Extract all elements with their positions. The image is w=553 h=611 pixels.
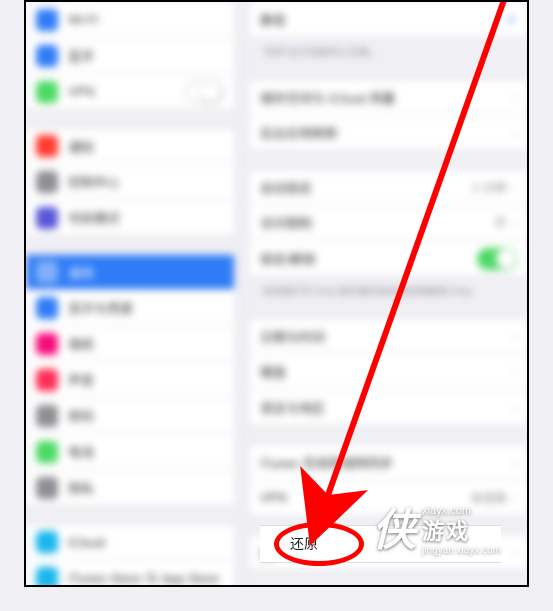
sidebar-icon [36,531,58,553]
screenshot-frame: Wi-Fi 蓝牙 VPN 通知控制中心勿扰模式通用显示与亮度墙纸声音密码电池隐私 iCl… [0,0,553,611]
sidebar-item-label: 通知 [68,137,224,156]
sidebar-item[interactable]: iCloud [26,524,234,560]
sidebar-icon [36,369,58,391]
settings-row-label: 键盘 [260,362,512,381]
sidebar-icon [36,9,58,31]
settings-row-label: 语言与地区 [260,398,512,417]
sidebar-item[interactable]: iTunes Store 与 App Store [26,560,234,587]
caption-text: “铃声”位于控制中心可用。 [250,38,527,61]
chevron-right-icon: › [512,400,517,416]
sidebar-item-label: 通用 [68,263,224,282]
settings-row-value: 开 [494,214,506,231]
chevron-right-icon: › [512,179,517,195]
settings-content: 静音✓“铃声”位于控制中心可用。储存空间与 iCloud 用量›后台应用刷新›自… [250,2,527,585]
settings-row-label: 储存空间与 iCloud 用量 [260,88,512,107]
settings-row[interactable]: 语言与地区› [250,390,527,426]
sidebar-item[interactable]: 控制中心 [26,164,234,200]
sidebar-item-label: 勿扰模式 [68,208,224,227]
blurred-background: Wi-Fi 蓝牙 VPN 通知控制中心勿扰模式通用显示与亮度墙纸声音密码电池隐私 iCl… [26,2,527,585]
sidebar-item-label: 隐私 [68,478,224,497]
sidebar-item-label: 控制中心 [68,172,224,191]
sidebar-icon [36,567,58,588]
checkmark-icon: ✓ [506,12,517,28]
settings-row-value: 2 分钟 [472,179,506,196]
sidebar-icon [36,207,58,229]
sidebar-item-label: 电池 [68,442,224,461]
settings-row-label: 访问限制 [260,213,494,232]
settings-row[interactable]: 后台应用刷新› [250,115,527,151]
sidebar-icon [36,405,58,427]
sidebar-icon [36,135,58,157]
sidebar-item-label: iCloud [68,535,224,550]
chevron-right-icon: › [512,215,517,231]
sidebar-item[interactable]: 电池 [26,434,234,470]
reset-row[interactable]: 还原 [260,525,501,563]
settings-row[interactable]: 静音✓ [250,2,527,38]
sidebar-item[interactable]: 通知 [26,128,234,164]
settings-row[interactable]: 访问限制开 › [250,205,527,241]
sidebar-item-label: 显示与亮度 [68,298,224,317]
settings-row-value: 未连接 [470,489,506,506]
sidebar-item[interactable]: 声音 [26,362,234,398]
settings-row-label: 后台应用刷新 [260,123,512,142]
settings-row-label: 锁定/解锁 [260,249,477,268]
sidebar-item[interactable]: VPN [26,74,234,110]
sidebar-item[interactable]: 蓝牙 [26,38,234,74]
chevron-right-icon: › [512,328,517,344]
sidebar-item-label: iTunes Store 与 App Store [68,568,224,587]
sidebar-icon [36,477,58,499]
sidebar-item[interactable]: 通用 [26,254,234,290]
settings-row-label: iTunes 无线局域网同步 [260,453,512,472]
chevron-right-icon: › [512,490,517,506]
settings-row[interactable]: 自动锁定2 分钟 › [250,169,527,205]
sidebar-item[interactable]: 隐私 [26,470,234,506]
sidebar-item[interactable]: 显示与亮度 [26,290,234,326]
settings-row-label: VPN [260,490,470,505]
sidebar-icon [36,297,58,319]
sidebar-item-label: VPN [68,84,184,99]
sidebar-icon [36,81,58,103]
settings-row[interactable]: 日期与时间› [250,318,527,354]
settings-row[interactable]: 键盘› [250,354,527,390]
settings-row[interactable]: iTunes 无线局域网同步› [250,444,527,480]
chevron-right-icon: › [512,544,517,560]
settings-row-label: 静音 [260,10,506,29]
settings-row-label: 自动锁定 [260,178,472,197]
sidebar-icon [36,171,58,193]
sidebar-icon [36,261,58,283]
sidebar-item[interactable]: 密码 [26,398,234,434]
sidebar-item-label: 蓝牙 [68,46,224,65]
settings-row[interactable]: 锁定/解锁 [250,241,527,277]
lock-unlock-toggle[interactable] [477,248,517,270]
sidebar-item[interactable]: 勿扰模式 [26,200,234,236]
vpn-toggle[interactable] [184,81,224,103]
sidebar-item[interactable]: 墙纸 [26,326,234,362]
settings-row[interactable]: VPN未连接 › [250,480,527,516]
sidebar-item-label: Wi-Fi [68,12,224,27]
settings-sidebar: Wi-Fi 蓝牙 VPN 通知控制中心勿扰模式通用显示与亮度墙纸声音密码电池隐私 iCl… [26,2,234,585]
settings-row-label: 日期与时间 [260,327,512,346]
settings-row[interactable]: 储存空间与 iCloud 用量› [250,79,527,115]
sidebar-item[interactable]: Wi-Fi [26,2,234,38]
device-screen: Wi-Fi 蓝牙 VPN 通知控制中心勿扰模式通用显示与亮度墙纸声音密码电池隐私 iCl… [24,0,529,587]
sidebar-icon [36,45,58,67]
caption-text: 关闭或打开 iPad 保护盖时自动锁定和解锁 iPad。 [250,277,527,300]
sidebar-item-label: 墙纸 [68,334,224,353]
chevron-right-icon: › [512,89,517,105]
chevron-right-icon: › [512,125,517,141]
sidebar-item-label: 声音 [68,370,224,389]
sidebar-item-label: 密码 [68,406,224,425]
sidebar-icon [36,333,58,355]
sidebar-icon [36,441,58,463]
chevron-right-icon: › [512,454,517,470]
reset-label: 还原 [290,534,318,554]
chevron-right-icon: › [512,364,517,380]
